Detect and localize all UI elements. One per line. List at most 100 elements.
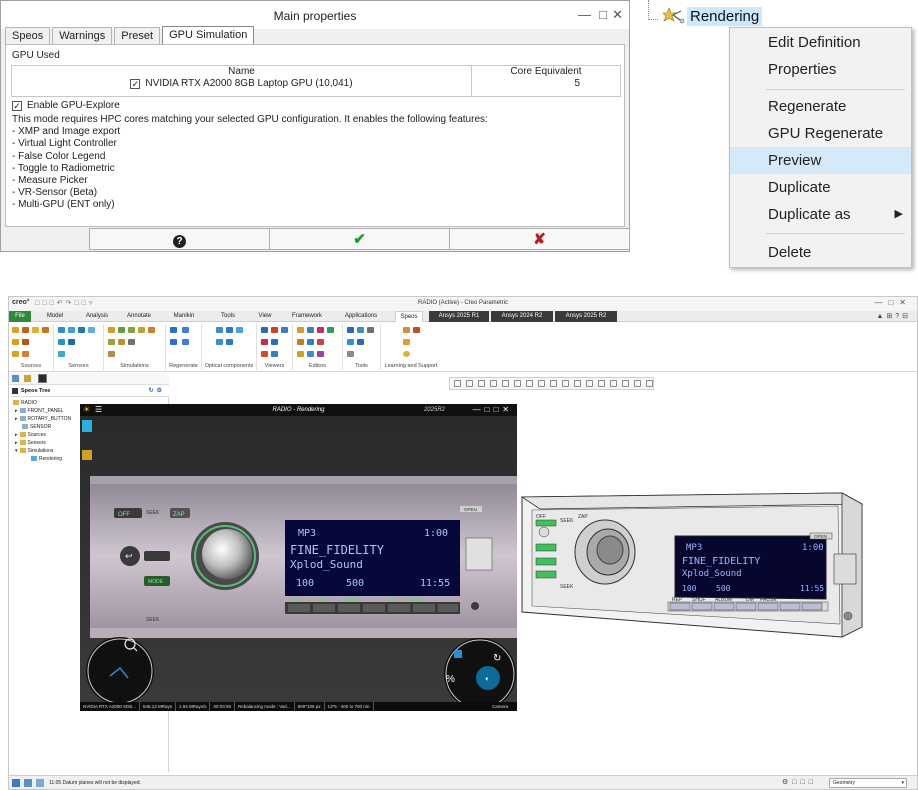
simulation-icon[interactable] [108, 351, 115, 357]
tree-node-rendering[interactable]: Rendering [663, 6, 763, 28]
status-tool-icons[interactable]: ⚙□□□ [782, 778, 817, 786]
viewer-icon[interactable] [271, 351, 278, 357]
tab-annotate[interactable]: Annotate [121, 311, 157, 322]
pause-icon[interactable] [634, 380, 641, 387]
tab-tools[interactable]: Tools [213, 311, 243, 322]
simulation-icon[interactable] [108, 327, 115, 333]
sensor-icon[interactable] [78, 327, 85, 333]
csys-display-icon[interactable] [622, 380, 629, 387]
selection-filter-select[interactable]: Geometry ▾ [829, 778, 907, 788]
learning-icon[interactable] [413, 327, 420, 333]
optical-icon[interactable] [236, 327, 243, 333]
tab-framework[interactable]: Framework [287, 311, 327, 322]
tab-preset[interactable]: Preset [114, 27, 161, 45]
zoom-in-icon[interactable] [466, 380, 473, 387]
status-icon[interactable] [36, 779, 44, 787]
viewer-icon[interactable] [261, 339, 268, 345]
maximize-icon[interactable]: □ [599, 7, 607, 22]
tree-node-sensor[interactable]: SENSOR [22, 423, 51, 431]
tab-speos[interactable]: Speos [395, 311, 423, 322]
menu-item-preview[interactable]: Preview [730, 147, 911, 174]
source-icon[interactable] [12, 351, 19, 357]
gpu-row-checkbox[interactable]: ✓ [130, 79, 141, 89]
annotation-display-icon[interactable] [574, 380, 581, 387]
tree-node-rotary-button[interactable]: ▸ ROTARY_BUTTON [15, 415, 71, 423]
simulation-icon[interactable] [118, 339, 125, 345]
model-tree-tab-icon[interactable] [12, 375, 19, 382]
editor-icon[interactable] [317, 339, 324, 345]
source-icon[interactable] [12, 339, 19, 345]
regenerate-icon[interactable] [182, 339, 189, 345]
viewer-icon[interactable] [271, 327, 278, 333]
sensor-icon[interactable] [58, 339, 65, 345]
menu-item-properties[interactable]: Properties [730, 56, 911, 83]
help-button[interactable]: ? [89, 228, 270, 250]
expand-arrow-icon[interactable]: ▸ [15, 432, 18, 438]
menu-item-edit-definition[interactable]: Edit Definition [730, 29, 911, 56]
tab-speos[interactable]: Speos [5, 27, 51, 45]
viewer-icon[interactable] [281, 327, 288, 333]
optical-icon[interactable] [216, 327, 223, 333]
tab-file[interactable]: File [9, 311, 31, 322]
source-icon[interactable] [42, 327, 49, 333]
menu-item-duplicate-as[interactable]: Duplicate as ▶ [730, 201, 911, 228]
editor-icon[interactable] [317, 327, 324, 333]
spin-center-icon[interactable] [586, 380, 593, 387]
optical-icon[interactable] [226, 327, 233, 333]
gpu-rendering-window[interactable]: ☀ ☰ RADIO - Rendering 2025R2 —□□✕ OFF SE… [80, 404, 517, 711]
source-icon[interactable] [32, 327, 39, 333]
creo-window-controls[interactable]: —□✕ [874, 298, 912, 307]
sensor-icon[interactable] [88, 327, 95, 333]
editor-icon[interactable] [317, 351, 324, 357]
tab-ansys-2025-r1[interactable]: Ansys 2025 R1 [429, 311, 489, 322]
axis-display-icon[interactable] [598, 380, 605, 387]
expand-arrow-icon[interactable]: ▸ [15, 408, 18, 414]
tab-manikin[interactable]: Manikin [167, 311, 201, 322]
enable-gpu-explore-checkbox[interactable]: ✓ [12, 101, 22, 111]
viewer-icon[interactable] [271, 339, 278, 345]
source-icon[interactable] [22, 339, 29, 345]
optical-icon[interactable] [216, 339, 223, 345]
editor-icon[interactable] [327, 327, 334, 333]
tree-node-simulations[interactable]: ▾ Simulations [15, 447, 53, 455]
orient-icon[interactable] [550, 380, 557, 387]
view-icon[interactable] [502, 380, 509, 387]
source-icon[interactable] [22, 327, 29, 333]
expand-arrow-icon[interactable]: ▸ [15, 416, 18, 422]
tree-node-radio[interactable]: RADIO [13, 399, 37, 407]
sensor-icon[interactable] [58, 351, 65, 357]
menu-item-gpu-regenerate[interactable]: GPU Regenerate [730, 120, 911, 147]
tool-icon[interactable] [357, 339, 364, 345]
gpu-sidebar-icon[interactable] [82, 450, 92, 460]
tab-model[interactable]: Model [39, 311, 71, 322]
ribbon-utility-icons[interactable]: ▲⊞?⊟ [876, 312, 911, 320]
tree-node-front-panel[interactable]: ▸ FRONT_PANEL [15, 407, 64, 415]
tool-icon[interactable] [347, 339, 354, 345]
menu-item-regenerate[interactable]: Regenerate [730, 93, 911, 120]
simulation-icon[interactable] [148, 327, 155, 333]
menu-item-delete[interactable]: Delete [730, 239, 911, 266]
learning-icon[interactable] [403, 327, 410, 333]
tab-gpu-simulation[interactable]: GPU Simulation [162, 26, 255, 45]
status-icon[interactable] [24, 779, 32, 787]
source-icon[interactable] [22, 351, 29, 357]
zoom-out-icon[interactable] [478, 380, 485, 387]
cancel-button[interactable]: ✘ [449, 228, 630, 250]
tab-view[interactable]: View [251, 311, 279, 322]
regenerate-icon[interactable] [170, 327, 177, 333]
tool-icon[interactable] [347, 327, 354, 333]
minimize-icon[interactable]: — [578, 7, 591, 22]
zoom-fit-icon[interactable] [454, 380, 461, 387]
tool-icon[interactable] [357, 327, 364, 333]
gpu-window-controls[interactable]: —□□✕ [473, 405, 513, 414]
gpu-row-core[interactable]: 5 [574, 78, 580, 89]
editor-icon[interactable] [297, 351, 304, 357]
help-icon[interactable] [403, 351, 410, 357]
viewer-icon[interactable] [261, 327, 268, 333]
close-icon[interactable]: ✕ [612, 7, 623, 23]
collapse-arrow-icon[interactable]: ▾ [15, 448, 18, 454]
status-icon[interactable] [12, 779, 20, 787]
editor-icon[interactable] [307, 351, 314, 357]
enable-gpu-explore[interactable]: ✓ Enable GPU-Explore [12, 100, 120, 111]
simulation-icon[interactable] [128, 327, 135, 333]
